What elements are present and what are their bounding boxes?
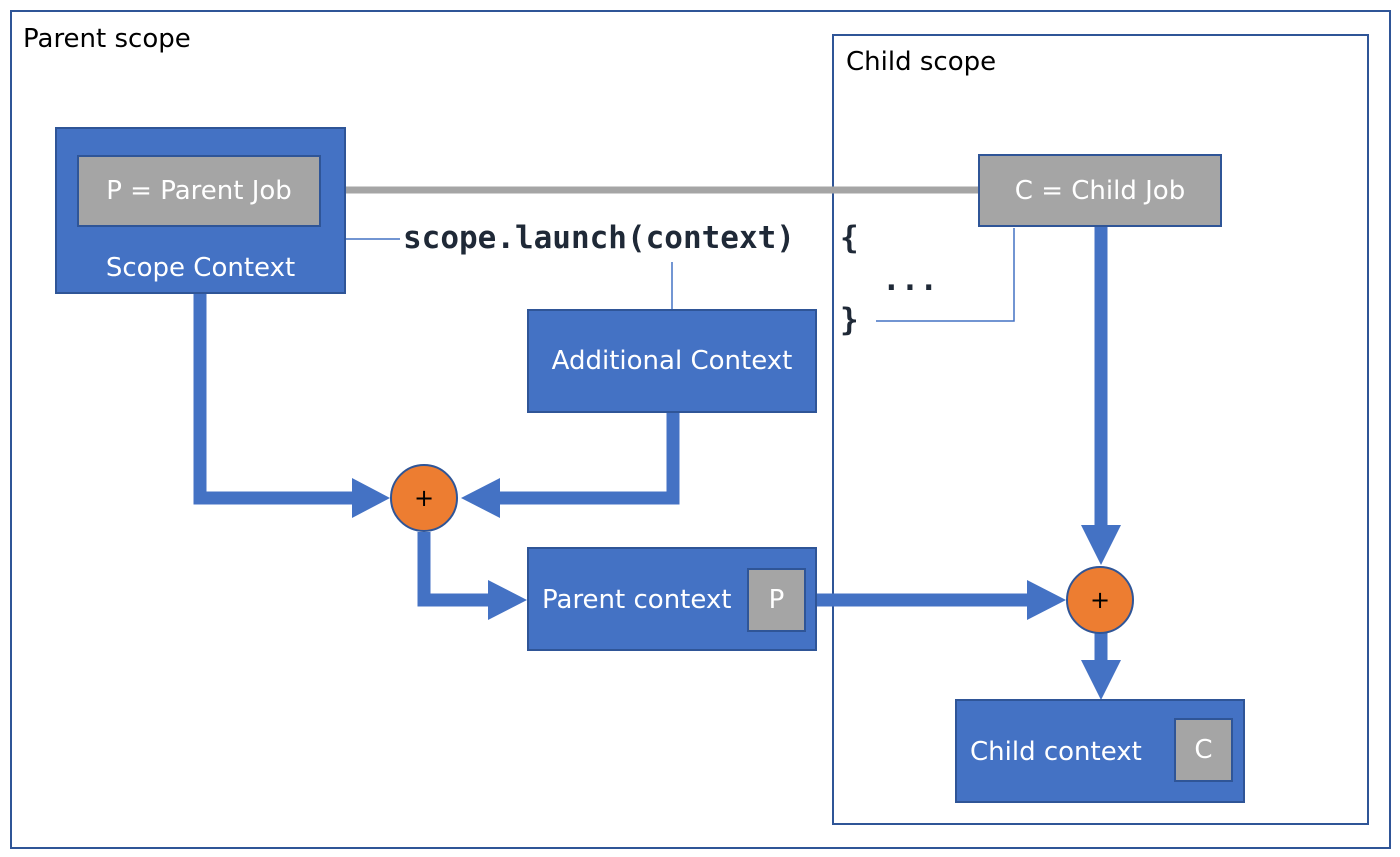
scope-context-label: Scope Context	[105, 253, 296, 283]
child-job-badge: C	[1174, 718, 1233, 782]
combine-operator-2: +	[1066, 566, 1134, 634]
child-context-box: Child context C	[955, 699, 1245, 803]
plus-icon: +	[413, 484, 435, 512]
scope-context-flow-arrowhead	[352, 478, 390, 518]
parent-job-badge-label: P	[768, 585, 785, 615]
child-context-label: Child context	[970, 737, 1142, 767]
child-context-flow-arrowhead	[1081, 660, 1121, 700]
child-job-box: C = Child Job	[978, 154, 1222, 227]
additional-context-flow	[497, 412, 680, 505]
parent-job-label: P = Parent Job	[106, 176, 292, 206]
close-brace-code: }	[840, 302, 859, 338]
plus-icon: +	[1089, 586, 1111, 614]
combined-flow	[417, 532, 490, 607]
open-brace-code: {	[840, 220, 859, 256]
child-job-flow-arrowhead	[1081, 525, 1121, 565]
parent-context-label: Parent context	[542, 585, 732, 615]
combine-operator-1: +	[390, 464, 458, 532]
parent-job-badge: P	[747, 568, 806, 632]
scope-context-flow	[193, 293, 355, 505]
additional-context-label: Additional Context	[551, 346, 793, 376]
child-job-badge-label: C	[1194, 735, 1213, 765]
launch-call-code: scope.launch(context)	[403, 220, 795, 256]
ellipsis-code: ...	[882, 262, 938, 298]
child-job-label: C = Child Job	[1014, 175, 1186, 206]
parent-job-box: P = Parent Job	[77, 155, 321, 227]
parent-context-flow-arrowhead	[1027, 580, 1066, 620]
scope-context-box: P = Parent Job Scope Context	[55, 127, 346, 294]
parent-context-box: Parent context P	[527, 547, 817, 651]
additional-context-box: Additional Context	[527, 309, 817, 413]
combined-flow-arrowhead	[488, 580, 527, 620]
additional-context-flow-arrowhead	[461, 478, 500, 518]
